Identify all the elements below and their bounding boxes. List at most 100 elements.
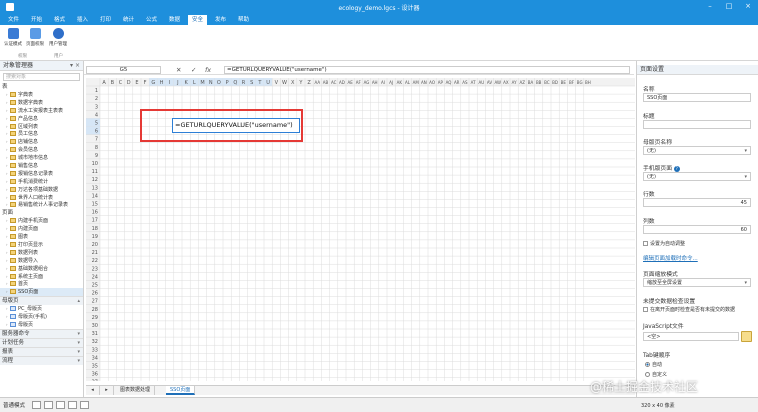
tree-section-table[interactable]: 表 [0,83,83,91]
tree-item[interactable]: › 销售信息 [0,162,83,170]
tree-item[interactable]: › 区域列表 [0,123,83,131]
section-master[interactable]: 母版页 ▴ [0,296,83,306]
object-search-input[interactable]: 搜索对象 [3,73,80,81]
sheet-tab-sso-label: SSO页面 [170,387,191,393]
tree-item[interactable]: › 母版页(手机) [0,313,83,321]
row-header-label: 22 [92,258,98,264]
mode-label: 普通模式 [3,403,26,409]
tree-item[interactable]: › 流水工资报表主表表 [0,107,83,115]
tree-item-label: SSO页面 [18,289,39,296]
tree-item[interactable]: › 打印页显示 [0,241,83,249]
folder-icon [10,178,16,184]
menu-item[interactable]: 帮助 [234,15,253,25]
folder-icon [10,115,16,121]
folder-icon[interactable] [741,331,752,342]
tree-item[interactable]: › 世界人口统计表 [0,194,83,202]
tree-item[interactable]: › 数据列表 [0,249,83,257]
menu-item[interactable]: 文件 [4,15,23,25]
menu-item[interactable]: 公式 [142,15,161,25]
page-permission-button[interactable]: 页面权限 [25,28,45,52]
tree-item[interactable]: › 图表 [0,233,83,241]
cols-field[interactable]: 60 [643,225,751,234]
tree-item[interactable]: › 基础数据组合 [0,265,83,273]
menu-item[interactable]: 开始 [27,15,46,25]
menu-item[interactable]: 插入 [73,15,92,25]
tree-item[interactable]: › 母版页 [0,321,83,329]
tree-item[interactable]: › 内建页面 [0,225,83,233]
section-schedule[interactable]: 计划任务 ▾ [0,337,83,347]
tree-item[interactable]: › 会员信息 [0,146,83,154]
section-flow[interactable]: 流程 ▾ [0,355,83,365]
menu-item[interactable]: 格式 [50,15,69,25]
tree-item[interactable]: › 数据字典表 [0,99,83,107]
tree-section-page[interactable]: 页面 [0,209,83,217]
tab-nav-left-icon[interactable]: ◂ [86,386,100,395]
row-header-label: 36 [92,372,98,378]
section-server-command[interactable]: 服务器命令 ▾ [0,328,83,338]
rows-label: 行数 [643,192,655,198]
tab-order-auto-radio[interactable]: 自动 [645,361,662,368]
tree-item[interactable]: › 万达各项基础数据 [0,186,83,194]
master-select[interactable]: (无) ▾ [643,146,751,155]
rows-field[interactable]: 45 [643,198,751,207]
tree-item[interactable]: › 内建手机页面 [0,217,83,225]
menu-item[interactable]: 安全 [188,15,208,25]
menu-item[interactable]: 数据 [165,15,184,25]
menu-item[interactable]: 统计 [119,15,138,25]
tree-item[interactable]: › 首页 [0,280,83,288]
name-box[interactable]: G5 [86,66,161,74]
mobile-select[interactable]: (无) ▾ [643,172,751,181]
column-header-label: AV [487,80,492,85]
tree-item[interactable]: › PC_母版页 [0,305,83,313]
scale-select[interactable]: 缩放至全屏设置 ▾ [643,278,751,287]
active-cell-editor[interactable]: =GETURLQUERYVALUE("username") [172,118,300,133]
tree-item[interactable]: › 手机消费统计 [0,178,83,186]
user-manage-button[interactable]: 用户管理 [48,28,68,52]
function-icon[interactable]: fx [205,65,211,75]
tree-item[interactable]: › 数据导入 [0,257,83,265]
column-header-label: I [169,80,170,86]
tree-item[interactable]: › 产品信息 [0,115,83,123]
view-icon[interactable] [68,401,77,409]
column-header-label: AY [512,80,517,85]
js-field[interactable]: <空> [643,332,739,341]
view-icon[interactable] [44,401,53,409]
tab-order-custom-radio[interactable]: 自定义 [645,371,667,378]
tab-nav-right-icon[interactable]: ▸ [100,386,114,395]
page-load-command-link[interactable]: 编辑页面加载时命令... [643,254,698,262]
auto-adjust-checkbox[interactable]: 设置为自动调整 [643,240,685,247]
tree-item[interactable]: › SSO页面 [0,288,83,297]
mobile-label: 手机版页面 ? [643,163,680,172]
menu-item[interactable]: 打印 [96,15,115,25]
shield-icon [7,28,19,39]
help-icon[interactable]: ? [673,165,680,172]
tree-item[interactable]: › 系统主页面 [0,273,83,281]
confirm-icon[interactable]: ✓ [191,65,196,75]
section-report[interactable]: 报表 ▾ [0,346,83,356]
unsaved-checkbox[interactable]: 在离开页面时检查是否有未提交的数据 [643,306,735,313]
tree-item[interactable]: › 易销售统计人事记录表 [0,201,83,209]
view-icon[interactable] [56,401,65,409]
close-icon[interactable]: × [743,2,753,11]
tree-item[interactable]: › 城市地市信息 [0,154,83,162]
maximize-icon[interactable]: □ [724,2,734,11]
view-icon[interactable] [32,401,41,409]
minimize-icon[interactable]: – [705,2,715,11]
auth-mode-button[interactable]: 认证模式 [3,28,23,52]
view-icon[interactable] [80,401,89,409]
sheet-tab-chart-data[interactable]: 图表数据处理 [116,386,156,395]
cancel-icon[interactable]: ✕ [176,65,181,75]
sheet-tab-sso[interactable]: SSO页面 [166,386,196,395]
tree-item[interactable]: › 员工信息 [0,130,83,138]
tree-item[interactable]: › 报销信息记录表 [0,170,83,178]
name-field[interactable]: SSO页面 [643,93,751,102]
caption-field[interactable] [643,120,751,129]
menu-item[interactable]: 发布 [211,15,230,25]
folder-icon [10,249,16,255]
folder-icon [10,218,16,224]
pin-icon[interactable]: ▾ × [70,61,80,71]
column-header-label: AO [429,80,435,85]
tree-item[interactable]: › 店铺信息 [0,138,83,146]
formula-input[interactable]: =GETURLQUERYVALUE("username") [224,66,630,74]
tree-item[interactable]: › 字典表 [0,91,83,99]
